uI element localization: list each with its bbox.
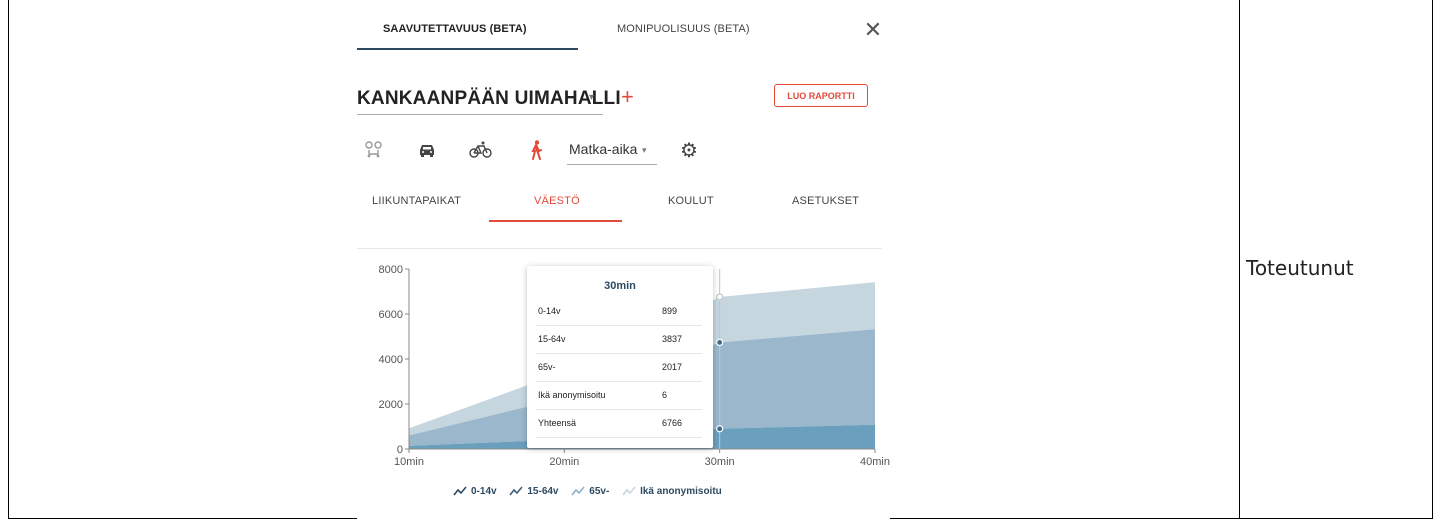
tooltip-row: 65v- 2017: [536, 354, 702, 382]
tooltip-value: 2017: [662, 362, 683, 372]
legend-item[interactable]: Ikä anonymisoitu: [622, 486, 722, 497]
trend-icon: [509, 486, 523, 496]
place-underline: [357, 114, 603, 115]
top-tabs: SAAVUTETTAVUUS (BETA) MONIPUOLISUUS (BET…: [357, 0, 890, 52]
tab-koulut[interactable]: KOULUT: [668, 195, 714, 207]
y-tick-label: 8000: [379, 264, 403, 276]
trend-icon: [571, 486, 585, 496]
close-icon[interactable]: ✕: [863, 18, 883, 42]
x-tick-label: 40min: [860, 456, 890, 468]
highlight-marker: [716, 425, 724, 433]
tab-liikuntapaikat[interactable]: LIIKUNTAPAIKAT: [372, 195, 461, 207]
chevron-down-icon[interactable]: ▾: [589, 92, 594, 103]
tooltip-row: 15-64v 3837: [536, 326, 702, 354]
table-divider: [1239, 0, 1240, 519]
accessibility-panel: SAAVUTETTAVUUS (BETA) MONIPUOLISUUS (BET…: [357, 0, 890, 519]
trend-icon: [453, 486, 467, 496]
y-tick-label: 0: [397, 444, 403, 456]
tooltip-value: 3837: [662, 334, 683, 344]
tab-monipuolisuus[interactable]: MONIPUOLISUUS (BETA): [617, 23, 750, 35]
x-tick-label: 10min: [394, 456, 424, 468]
highlight-marker: [716, 338, 724, 347]
create-report-button[interactable]: LUO RAPORTTI: [774, 84, 868, 107]
highlight-marker: [716, 293, 724, 301]
metric-select[interactable]: Matka-aika: [569, 141, 637, 157]
tooltip-label: 15-64v: [538, 334, 566, 344]
tooltip-row: Yhteensä 6766: [536, 410, 702, 438]
active-tab-indicator: [357, 48, 578, 50]
tooltip-row: Ikä anonymisoitu 6: [536, 382, 702, 410]
legend-item[interactable]: 15-64v: [509, 486, 559, 497]
chart-legend: 0-14v 15-64v 65v- Ikä anonymisoitu: [453, 486, 732, 502]
place-selector[interactable]: KANKAANPÄÄN UIMAHALLI: [357, 88, 621, 110]
trend-icon: [622, 486, 636, 496]
add-place-button[interactable]: +: [621, 84, 634, 110]
tooltip-title: 30min: [604, 280, 636, 292]
chevron-down-icon[interactable]: ▾: [642, 145, 647, 156]
tooltip-label: Ikä anonymisoitu: [538, 390, 606, 400]
tooltip-value: 899: [662, 306, 678, 316]
legend-label: 15-64v: [527, 486, 559, 497]
active-subtab-indicator: [489, 220, 622, 222]
tooltip-label: Yhteensä: [538, 418, 577, 428]
tab-asetukset[interactable]: ASETUKSET: [792, 195, 859, 207]
x-tick-label: 30min: [705, 456, 735, 468]
tab-saavutettavuus[interactable]: SAAVUTETTAVUUS (BETA): [383, 23, 527, 35]
bicycle-icon[interactable]: [469, 140, 492, 160]
tooltip-label: 65v-: [538, 362, 556, 372]
y-tick-label: 6000: [379, 309, 403, 321]
legend-label: Ikä anonymisoitu: [640, 486, 722, 497]
transit-icon[interactable]: [363, 140, 385, 160]
legend-item[interactable]: 0-14v: [453, 486, 497, 497]
legend-label: 65v-: [589, 486, 610, 497]
gear-icon[interactable]: ⚙: [680, 138, 698, 163]
y-tick-label: 4000: [379, 354, 403, 366]
legend-label: 0-14v: [471, 486, 497, 497]
y-tick-label: 2000: [379, 399, 403, 411]
walk-icon[interactable]: [527, 140, 549, 160]
tab-vaesto[interactable]: VÄESTÖ: [534, 195, 580, 207]
section-divider: [357, 248, 882, 249]
x-tick-label: 20min: [549, 456, 579, 468]
tooltip-value: 6: [662, 390, 668, 400]
tooltip-value: 6766: [662, 418, 683, 428]
tooltip-row: 0-14v 899: [536, 298, 702, 326]
car-icon[interactable]: [417, 140, 439, 160]
legend-item[interactable]: 65v-: [571, 486, 609, 497]
metric-underline: [567, 164, 657, 165]
tooltip-label: 0-14v: [538, 306, 561, 316]
chart-tooltip: 30min 0-14v 899 15-64v 3837 65v- 2017 Ikä a…: [527, 266, 713, 448]
status-cell: Toteutunut: [1246, 256, 1354, 280]
